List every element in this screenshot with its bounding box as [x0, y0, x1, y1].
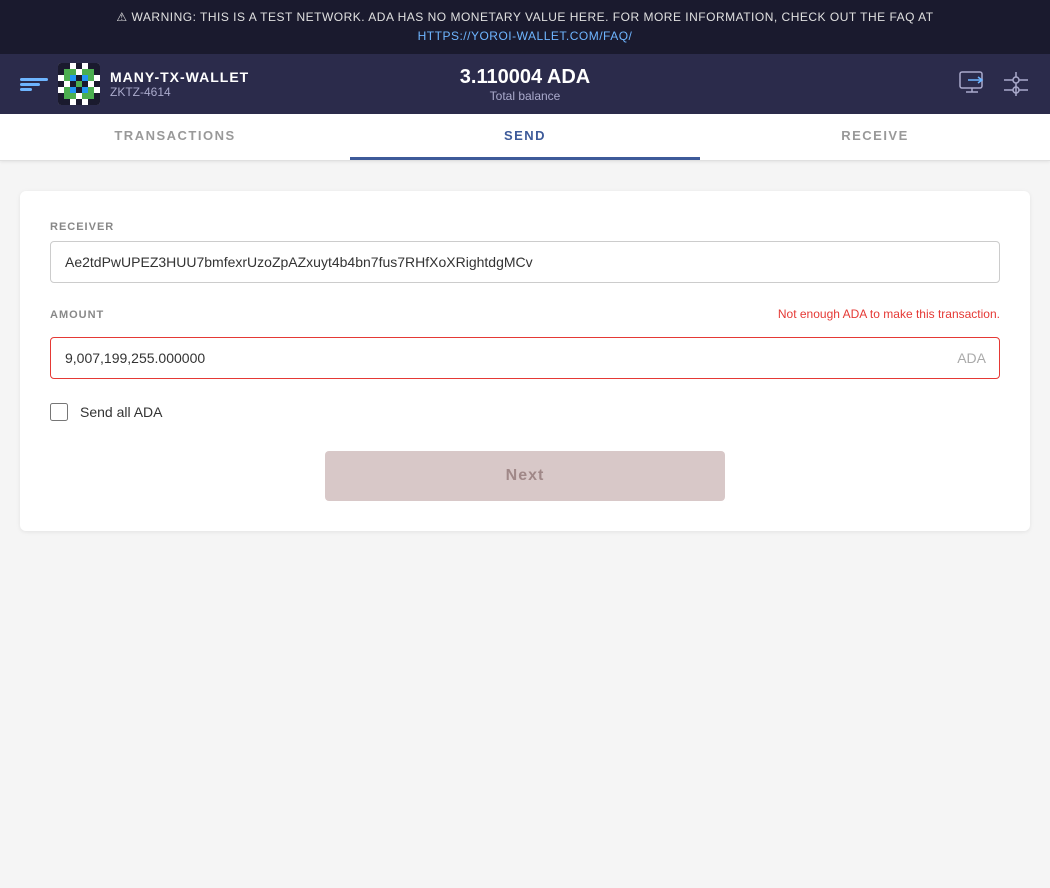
send-all-checkbox[interactable]	[50, 403, 68, 421]
receiver-section: RECEIVER	[50, 221, 1000, 283]
amount-wrapper: ADA	[50, 337, 1000, 379]
header-left: MANY-TX-WALLET ZKTZ-4614	[20, 63, 249, 105]
wallet-info: MANY-TX-WALLET ZKTZ-4614	[110, 69, 249, 99]
header-actions	[958, 70, 1030, 98]
tab-transactions[interactable]: TRANSACTIONS	[0, 114, 350, 160]
wallet-avatar	[58, 63, 100, 105]
tab-receive[interactable]: RECEIVE	[700, 114, 1050, 160]
settings-icon-button[interactable]	[1002, 70, 1030, 98]
amount-field-row: AMOUNT Not enough ADA to make this trans…	[50, 307, 1000, 329]
send-all-row: Send all ADA	[50, 403, 1000, 421]
send-all-label[interactable]: Send all ADA	[80, 404, 163, 420]
warning-banner: ⚠ WARNING: THIS IS A TEST NETWORK. ADA H…	[0, 0, 1050, 54]
next-button[interactable]: Next	[325, 451, 725, 501]
send-receive-icon	[958, 70, 986, 98]
yoroi-logo-icon	[20, 78, 48, 91]
amount-section: AMOUNT Not enough ADA to make this trans…	[50, 307, 1000, 379]
tab-send[interactable]: SEND	[350, 114, 700, 160]
amount-label: AMOUNT	[50, 309, 104, 321]
wallet-id: ZKTZ-4614	[110, 85, 249, 99]
nav-tabs: TRANSACTIONS SEND RECEIVE	[0, 114, 1050, 161]
receiver-input[interactable]	[50, 241, 1000, 283]
header-balance: 3.110004 ADA Total balance	[460, 66, 590, 103]
header: MANY-TX-WALLET ZKTZ-4614 3.110004 ADA To…	[0, 54, 1050, 114]
wallet-name: MANY-TX-WALLET	[110, 69, 249, 85]
balance-label: Total balance	[460, 89, 590, 103]
balance-amount: 3.110004 ADA	[460, 66, 590, 89]
amount-error-text: Not enough ADA to make this transaction.	[778, 307, 1000, 321]
warning-link[interactable]: HTTPS://YOROI-WALLET.COM/FAQ/	[20, 27, 1030, 46]
amount-input[interactable]	[50, 337, 1000, 379]
main-content: RECEIVER AMOUNT Not enough ADA to make t…	[0, 161, 1050, 561]
settings-icon	[1002, 70, 1030, 98]
receiver-label: RECEIVER	[50, 221, 1000, 233]
send-card: RECEIVER AMOUNT Not enough ADA to make t…	[20, 191, 1030, 531]
warning-text: ⚠ WARNING: THIS IS A TEST NETWORK. ADA H…	[116, 10, 933, 24]
send-receive-icon-button[interactable]	[958, 70, 986, 98]
